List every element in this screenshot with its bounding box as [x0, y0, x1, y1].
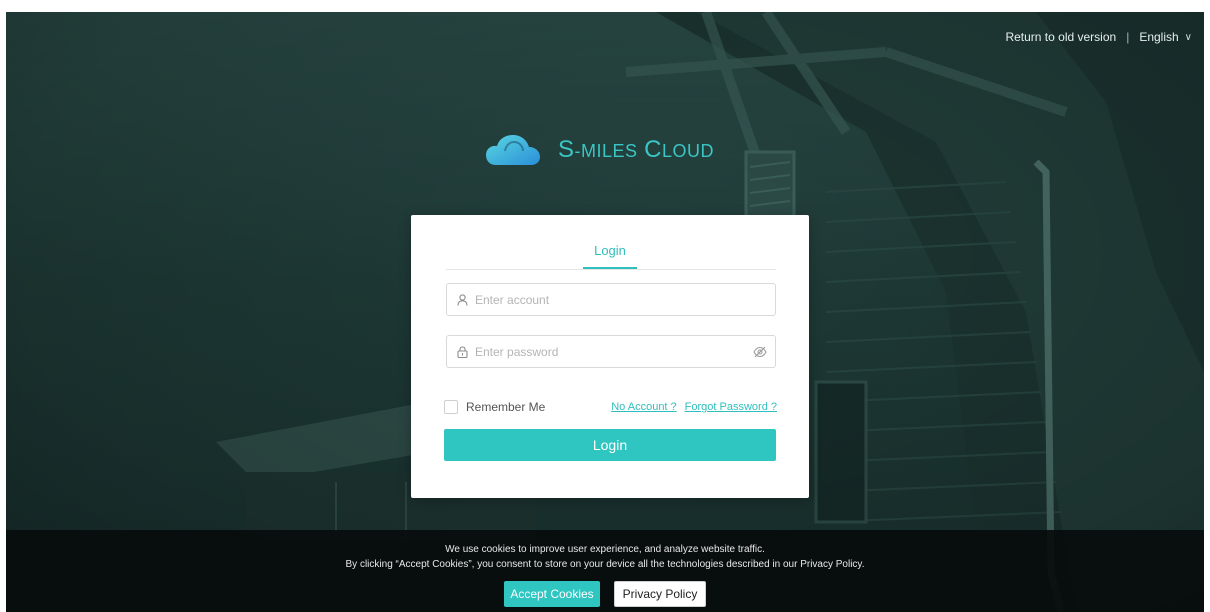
language-selector[interactable]: English — [1139, 30, 1178, 44]
account-input[interactable] — [473, 291, 757, 308]
user-icon — [457, 293, 469, 306]
cookie-buttons: Accept Cookies Privacy Policy — [6, 581, 1204, 607]
cookie-text-line1: We use cookies to improve user experienc… — [445, 544, 765, 555]
chevron-down-icon[interactable]: ∨ — [1185, 32, 1192, 43]
password-input[interactable] — [473, 343, 757, 360]
cookie-banner: We use cookies to improve user experienc… — [6, 530, 1204, 612]
remember-me-label: Remember Me — [466, 400, 546, 414]
tab-active-indicator — [583, 267, 637, 269]
login-card: Login Enter account Remember Me No Accou… — [411, 215, 809, 498]
privacy-policy-button[interactable]: Privacy Policy — [614, 581, 706, 607]
cloud-icon — [486, 135, 540, 165]
account-field[interactable] — [446, 283, 776, 316]
password-field[interactable] — [446, 335, 776, 368]
remember-me[interactable]: Remember Me — [444, 400, 545, 414]
no-account-link[interactable]: No Account ? — [611, 401, 676, 413]
tab-login[interactable]: Login — [584, 243, 636, 258]
accept-cookies-button[interactable]: Accept Cookies — [504, 581, 600, 607]
brand-logo: S-MILES CLOUD — [486, 133, 714, 167]
topbar-separator: | — [1126, 30, 1130, 44]
lock-icon — [457, 345, 469, 358]
cookie-text-line2: By clicking “Accept Cookies”, you consen… — [345, 559, 865, 570]
remember-me-checkbox[interactable] — [444, 400, 458, 414]
forgot-password-link[interactable]: Forgot Password ? — [685, 401, 777, 413]
page: Return to old version | English ∨ S-MILE… — [0, 0, 1210, 612]
brand-name-c: C — [644, 136, 662, 163]
brand-name-loud: LOUD — [662, 141, 715, 161]
account-links: No Account ? Forgot Password ? — [611, 401, 777, 413]
brand-name: S-MILES CLOUD — [558, 136, 714, 164]
top-bar: Return to old version | English ∨ — [1005, 30, 1192, 44]
login-tabs: Login — [446, 215, 776, 270]
login-button[interactable]: Login — [444, 429, 776, 461]
brand-name-s: S — [558, 136, 575, 163]
brand-name-miles: -MILES — [574, 141, 638, 161]
return-old-version-link[interactable]: Return to old version — [1005, 30, 1116, 44]
eye-off-icon[interactable] — [753, 345, 767, 363]
